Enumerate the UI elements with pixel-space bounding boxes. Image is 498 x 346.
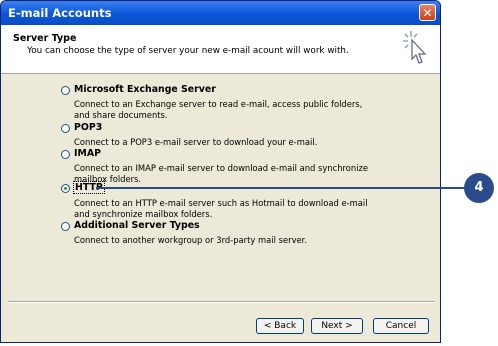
additional-label[interactable]: Additional Server Types [74,220,200,231]
http-description: Connect to an HTTP e-mail server such as… [74,198,368,219]
additional-description: Connect to another workgroup or 3rd-part… [74,235,308,245]
exchange-description: Connect to an Exchange server to read e-… [74,99,363,120]
imap-description: Connect to an IMAP e-mail server to down… [74,163,369,184]
back-button[interactable]: < Back [256,318,304,334]
exchange-label[interactable]: Microsoft Exchange Server [74,84,216,95]
footer-separator [8,301,435,303]
email-accounts-dialog: E-mail Accounts ✕ Server Type You can ch… [0,0,441,343]
imap-radio[interactable] [61,150,70,159]
http-radio[interactable] [61,184,70,193]
pop3-description: Connect to a POP3 e-mail server to downl… [74,137,318,147]
wizard-sparkle-cursor-icon [403,31,427,64]
imap-label[interactable]: IMAP [74,148,101,159]
header-title: Server Type [13,33,77,44]
window-title: E-mail Accounts [8,6,112,20]
cancel-button[interactable]: Cancel [373,318,429,334]
header-subtitle: You can choose the type of server your n… [27,46,349,56]
pop3-label[interactable]: POP3 [74,122,102,133]
next-button[interactable]: Next > [311,318,363,334]
callout-line [96,187,485,189]
additional-radio[interactable] [61,222,70,231]
step-callout-badge: 4 [464,173,494,203]
exchange-radio[interactable] [61,86,70,95]
wizard-header: Server Type You can choose the type of s… [1,25,440,74]
title-bar[interactable]: E-mail Accounts ✕ [1,1,440,25]
pop3-radio[interactable] [61,124,70,133]
close-button[interactable]: ✕ [419,4,436,21]
